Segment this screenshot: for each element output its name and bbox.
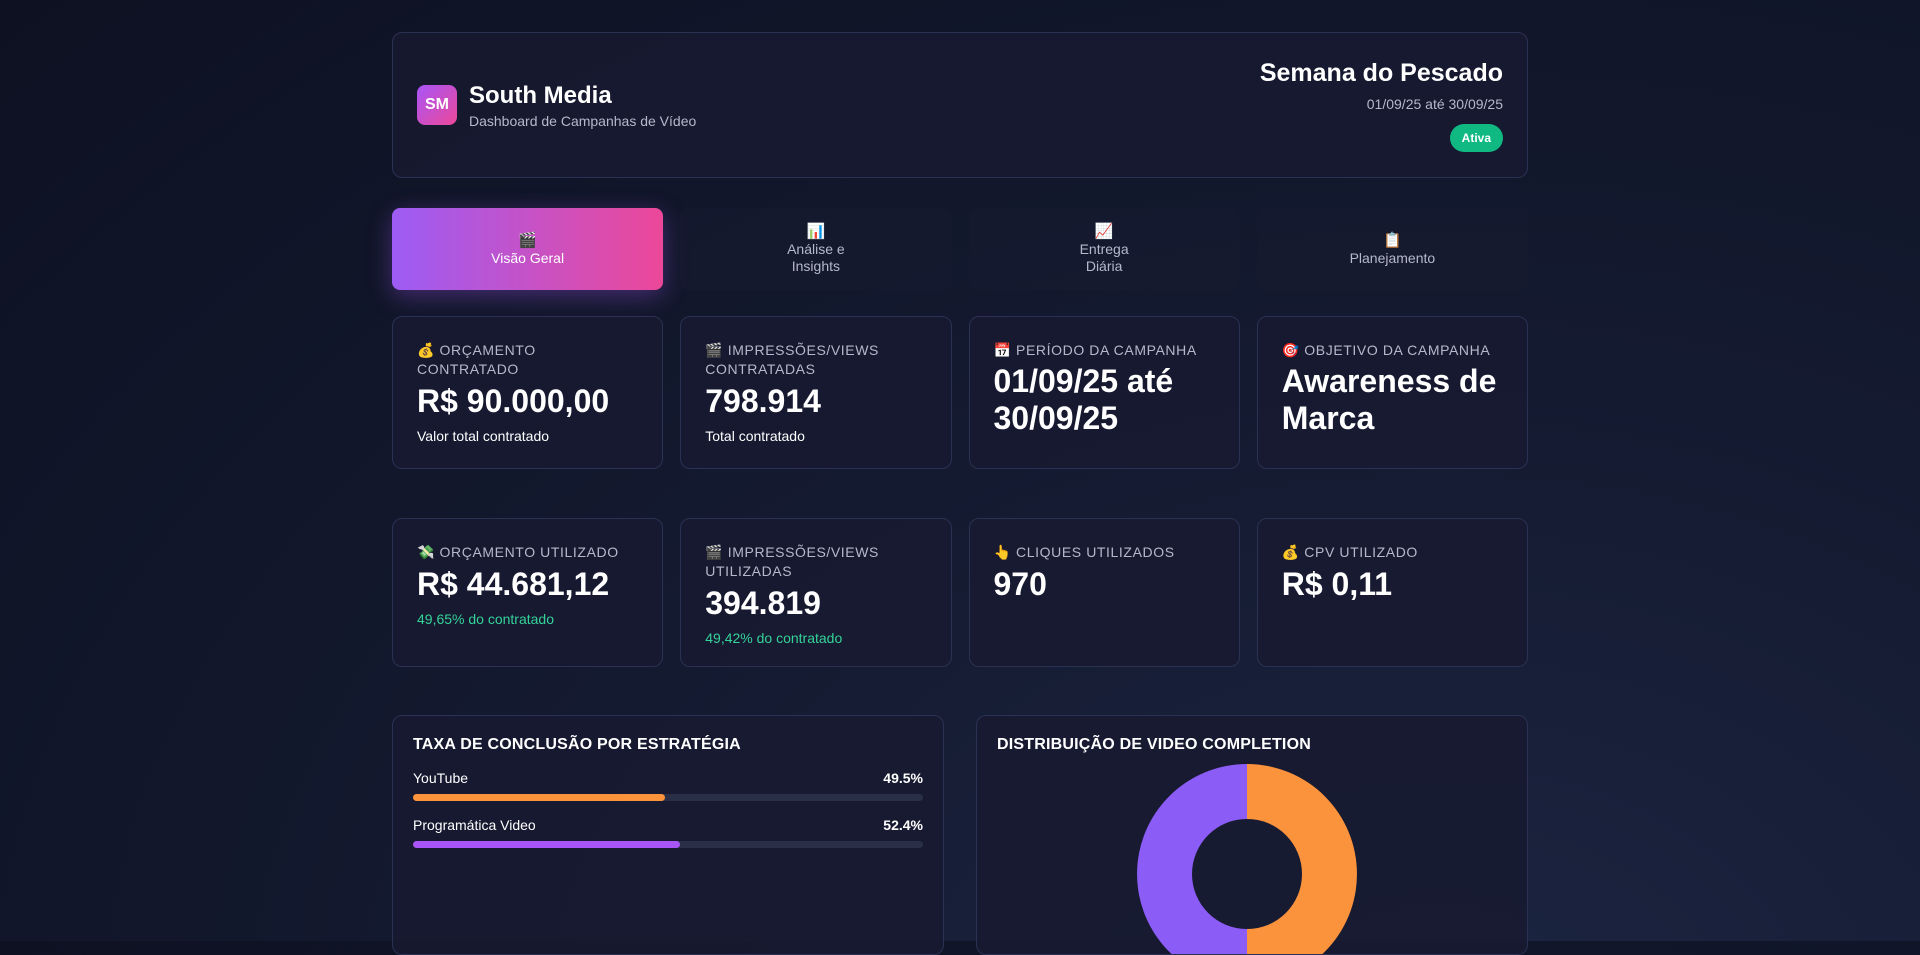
card-value: 798.914 <box>705 383 821 419</box>
bar-chart-icon: 📊 <box>806 223 826 240</box>
card-impressoes-contratadas: 🎬 IMPRESSÕES/VIEWS CONTRATADAS 798.914 T… <box>680 316 952 469</box>
card-label: 🎬 IMPRESSÕES/VIEWS UTILIZADAS <box>705 544 879 579</box>
tab-label: Entrega Diária <box>1079 241 1129 274</box>
clapper-icon: 🎬 <box>705 342 724 358</box>
status-badge: Ativa <box>1449 123 1503 152</box>
card-cliques-utilizados: 👆 CLIQUES UTILIZADOS 970 <box>968 518 1240 667</box>
tab-analise-insights[interactable]: 📊 Análise e Insights <box>680 208 952 290</box>
brand: SM South Media Dashboard de Campanhas de… <box>417 81 696 129</box>
brand-subtitle: Dashboard de Campanhas de Vídeo <box>469 113 697 129</box>
money-wings-icon: 💸 <box>417 544 436 560</box>
used-metrics: 💸 ORÇAMENTO UTILIZADO R$ 44.681,12 49,65… <box>392 518 1528 667</box>
clapper-icon: 🎬 <box>518 231 537 249</box>
card-objetivo-campanha: 🎯 OBJETIVO DA CAMPANHA Awareness de Marc… <box>1256 316 1528 469</box>
card-label: 💰 CPV UTILIZADO <box>1281 544 1418 560</box>
card-orcamento-contratado: 💰 ORÇAMENTO CONTRATADO R$ 90.000,00 Valo… <box>392 316 664 469</box>
card-label: 📅 PERÍODO DA CAMPANHA <box>993 342 1197 358</box>
card-label: 💸 ORÇAMENTO UTILIZADO <box>417 544 619 560</box>
video-completion-distribution-panel: DISTRIBUIÇÃO DE VIDEO COMPLETION <box>976 715 1528 955</box>
header: SM South Media Dashboard de Campanhas de… <box>392 32 1528 178</box>
calendar-icon: 📅 <box>993 342 1012 358</box>
card-impressoes-utilizadas: 🎬 IMPRESSÕES/VIEWS UTILIZADAS 394.819 49… <box>680 518 952 667</box>
money-bag-icon: 💰 <box>417 342 436 358</box>
card-note: 49,42% do contratado <box>705 630 843 646</box>
logo: SM <box>417 85 457 125</box>
tab-visao-geral[interactable]: 🎬 Visão Geral <box>392 208 664 290</box>
contracted-metrics: 💰 ORÇAMENTO CONTRATADO R$ 90.000,00 Valo… <box>392 316 1528 469</box>
card-cpv-utilizado: 💰 CPV UTILIZADO R$ 0,11 <box>1256 518 1528 667</box>
card-value: 394.819 <box>705 585 821 621</box>
campaign-dates: 01/09/25 até 30/09/25 <box>1366 95 1503 112</box>
pointing-hand-icon: 👆 <box>993 544 1012 560</box>
panel-title: DISTRIBUIÇÃO DE VIDEO COMPLETION <box>997 736 1311 753</box>
charts-row: TAXA DE CONCLUSÃO POR ESTRATÉGIA YouTube… <box>392 715 1528 955</box>
money-bag-icon: 💰 <box>1281 544 1300 560</box>
card-label: 👆 CLIQUES UTILIZADOS <box>993 544 1175 560</box>
progress-track <box>413 841 923 848</box>
card-value: R$ 90.000,00 <box>417 383 610 419</box>
strategy-value: 49.5% <box>883 770 923 786</box>
campaign-name: Semana do Pescado <box>1259 58 1503 87</box>
card-value: R$ 44.681,12 <box>417 566 610 602</box>
strategy-value: 52.4% <box>883 817 923 833</box>
donut-chart <box>1137 764 1357 954</box>
strategy-name: YouTube <box>413 770 469 786</box>
clipboard-icon: 📋 <box>1383 231 1402 249</box>
clapper-icon: 🎬 <box>705 544 724 560</box>
card-label: 🎬 IMPRESSÕES/VIEWS CONTRATADAS <box>705 342 879 377</box>
strategy-row-youtube: YouTube 49.5% <box>413 770 923 801</box>
trend-chart-icon: 📈 <box>1094 223 1114 240</box>
brand-name: South Media <box>469 82 612 109</box>
progress-fill <box>413 841 681 848</box>
card-value: 01/09/25 até 30/09/25 <box>993 363 1174 436</box>
card-note: Total contratado <box>705 428 805 444</box>
card-label: 🎯 OBJETIVO DA CAMPANHA <box>1281 342 1491 358</box>
progress-fill <box>413 794 666 801</box>
tab-label: Planejamento <box>1349 249 1436 266</box>
target-icon: 🎯 <box>1281 342 1300 358</box>
progress-track <box>413 794 923 801</box>
card-orcamento-utilizado: 💸 ORÇAMENTO UTILIZADO R$ 44.681,12 49,65… <box>392 518 664 667</box>
tab-bar: 🎬 Visão Geral 📊 Análise e Insights 📈 Ent… <box>392 208 1528 290</box>
panel-title: TAXA DE CONCLUSÃO POR ESTRATÉGIA <box>413 736 741 753</box>
tab-label: Visão Geral <box>491 249 565 266</box>
card-value: Awareness de Marca <box>1281 363 1497 436</box>
card-value: R$ 0,11 <box>1281 566 1393 602</box>
tab-label: Análise e Insights <box>787 241 845 274</box>
tab-planejamento[interactable]: 📋 Planejamento <box>1256 208 1528 290</box>
donut-slice <box>1247 764 1357 954</box>
strategy-row-programatica: Programática Video 52.4% <box>413 817 923 848</box>
completion-by-strategy-panel: TAXA DE CONCLUSÃO POR ESTRATÉGIA YouTube… <box>392 715 944 955</box>
strategy-name: Programática Video <box>413 817 536 833</box>
dashboard: SM South Media Dashboard de Campanhas de… <box>392 32 1528 955</box>
tab-entrega-diaria[interactable]: 📈 Entrega Diária <box>968 208 1240 290</box>
card-periodo-campanha: 📅 PERÍODO DA CAMPANHA 01/09/25 até 30/09… <box>968 316 1240 469</box>
campaign-info: Semana do Pescado 01/09/25 até 30/09/25 … <box>1260 59 1503 152</box>
card-value: 970 <box>993 566 1047 602</box>
card-note: 49,65% do contratado <box>417 611 554 627</box>
donut-slice <box>1137 764 1247 954</box>
card-note: Valor total contratado <box>417 428 550 444</box>
card-label: 💰 ORÇAMENTO CONTRATADO <box>417 342 536 377</box>
